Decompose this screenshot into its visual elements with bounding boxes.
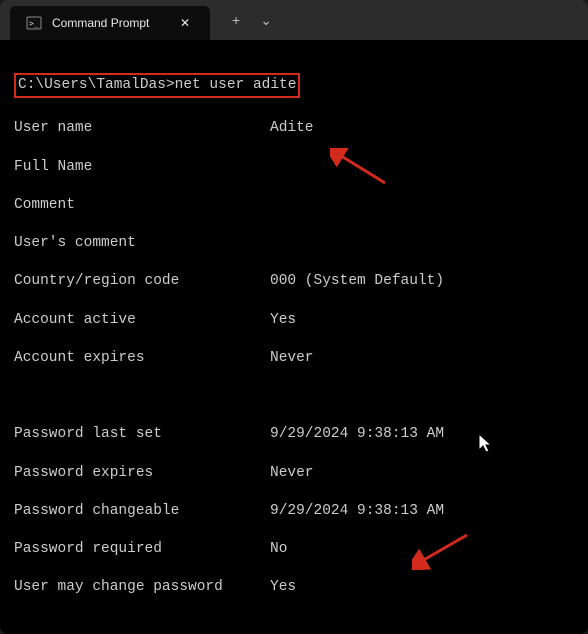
- tab-title: Command Prompt: [52, 16, 166, 30]
- terminal-window: >_ Command Prompt ✕ + ⌄ C:\Users\TamalDa…: [0, 0, 588, 634]
- terminal-output[interactable]: C:\Users\TamalDas>net user adite User na…: [0, 40, 588, 634]
- output-row: Password expiresNever: [14, 464, 574, 483]
- output-row: Password last set9/29/2024 9:38:13 AM: [14, 425, 574, 444]
- output-row: [14, 617, 574, 634]
- output-row: [14, 387, 574, 406]
- output-row: User's comment: [14, 234, 574, 253]
- new-tab-button[interactable]: +: [224, 8, 248, 32]
- output-row: Account expiresNever: [14, 349, 574, 368]
- tab-command-prompt[interactable]: >_ Command Prompt ✕: [10, 6, 210, 40]
- svg-text:>_: >_: [29, 19, 39, 28]
- title-bar: >_ Command Prompt ✕ + ⌄: [0, 0, 588, 40]
- output-row: Account activeYes: [14, 311, 574, 330]
- output-row: Country/region code000 (System Default): [14, 272, 574, 291]
- cmd-icon: >_: [26, 15, 42, 31]
- output-row: Comment: [14, 196, 574, 215]
- close-icon[interactable]: ✕: [176, 14, 194, 32]
- output-row: Password requiredNo: [14, 540, 574, 559]
- tab-dropdown-button[interactable]: ⌄: [252, 8, 280, 33]
- output-row: Full Name: [14, 158, 574, 177]
- command-line-highlight: C:\Users\TamalDas>net user adite: [14, 73, 300, 98]
- output-row: Password changeable9/29/2024 9:38:13 AM: [14, 502, 574, 521]
- tab-controls: + ⌄: [210, 8, 280, 33]
- output-row: User nameAdite: [14, 119, 574, 138]
- output-row: User may change passwordYes: [14, 578, 574, 597]
